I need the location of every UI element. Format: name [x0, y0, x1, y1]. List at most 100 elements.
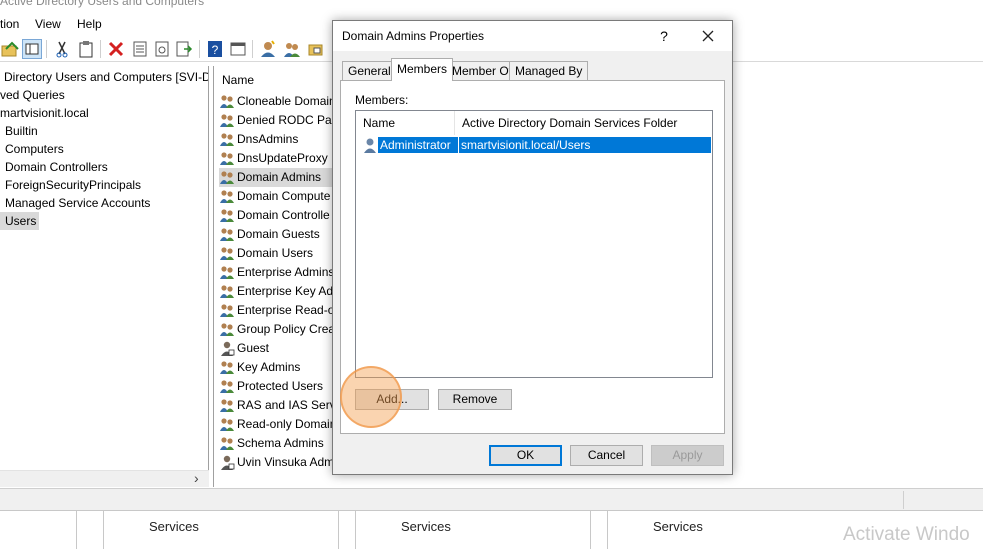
list-item[interactable]: Read-only Domain [219, 415, 334, 434]
status-bar [0, 488, 983, 510]
menu-action[interactable]: tion [0, 17, 19, 31]
list-item-label: Enterprise Key Adr [237, 284, 334, 298]
tree-horizontal-scrollbar[interactable]: › [0, 470, 209, 487]
export-icon[interactable] [174, 39, 194, 59]
group-icon [219, 207, 235, 223]
list-item[interactable]: Denied RODC Pass [219, 111, 334, 130]
tab-members[interactable]: Members [391, 58, 454, 81]
tree-domain-controllers[interactable]: Domain Controllers [5, 158, 108, 176]
list-item[interactable]: Key Admins [219, 358, 334, 377]
list-item[interactable]: Schema Admins [219, 434, 334, 453]
list-item[interactable]: Enterprise Admins [219, 263, 334, 282]
list-item[interactable]: Guest [219, 339, 334, 358]
list-item-label: Group Policy Crea [237, 322, 334, 336]
clipboard-icon[interactable] [76, 39, 96, 59]
view-icon[interactable] [228, 39, 248, 59]
cut-icon[interactable] [52, 39, 72, 59]
up-folder-icon[interactable] [0, 39, 20, 59]
list-item-label: Cloneable Domain [237, 94, 334, 108]
help-button[interactable]: ? [654, 26, 674, 46]
list-item-label: Enterprise Admins [237, 265, 334, 279]
taskbar: Services Services Services Activate Wind… [0, 510, 983, 549]
remove-button[interactable]: Remove [438, 389, 512, 410]
group-icon [219, 226, 235, 242]
dialog-title: Domain Admins Properties [342, 29, 485, 43]
show-hide-console-tree-icon[interactable] [22, 39, 42, 59]
column-header-folder[interactable]: Active Directory Domain Services Folder [455, 111, 711, 135]
list-item[interactable]: Cloneable Domain [219, 92, 334, 111]
group-icon [219, 245, 235, 261]
new-user-icon[interactable] [258, 39, 278, 59]
cancel-button[interactable]: Cancel [570, 445, 643, 466]
list-item[interactable]: Domain Guests [219, 225, 334, 244]
list-item[interactable]: Domain Users [219, 244, 334, 263]
group-icon [219, 359, 235, 375]
add-button[interactable]: Add... [355, 389, 429, 410]
tree-users[interactable]: Users [0, 212, 40, 230]
window-title-bar: Active Directory Users and Computers [0, 0, 983, 10]
find-icon[interactable] [152, 39, 172, 59]
list-item[interactable]: Enterprise Read-o [219, 301, 334, 320]
dialog-title-bar: Domain Admins Properties ? [333, 21, 732, 51]
members-tab-panel: Members: Name Active Directory Domain Se… [340, 80, 725, 434]
member-folder: smartvisionit.local/Users [459, 137, 711, 153]
list-item[interactable]: Administrator smartvisionit.local/Users [359, 137, 711, 153]
new-ou-icon[interactable] [306, 39, 326, 59]
svg-text:?: ? [212, 43, 219, 57]
column-header-name[interactable]: Name [356, 111, 455, 135]
tree-foreign-security-principals[interactable]: ForeignSecurityPrincipals [5, 176, 141, 194]
delete-icon[interactable] [106, 39, 126, 59]
list-item[interactable]: Protected Users [219, 377, 334, 396]
member-name: Administrator [378, 137, 458, 153]
column-header-name[interactable]: Name [214, 70, 334, 90]
list-item[interactable]: Group Policy Crea [219, 320, 334, 339]
group-icon [219, 150, 235, 166]
services-label-1[interactable]: Services [149, 519, 199, 534]
list-item-label: RAS and IAS Serve [237, 398, 334, 412]
members-list[interactable]: Name Active Directory Domain Services Fo… [355, 110, 713, 378]
list-item[interactable]: Domain Compute [219, 187, 334, 206]
user-icon [362, 137, 378, 153]
list-item[interactable]: Domain Admins [219, 168, 334, 187]
group-icon [219, 397, 235, 413]
tree-domain[interactable]: martvisionit.local [0, 104, 89, 122]
list-item-label: Domain Admins [237, 170, 322, 184]
tree-builtin[interactable]: Builtin [5, 122, 38, 140]
tree-root[interactable]: Directory Users and Computers [SVI-DC [4, 68, 208, 86]
group-icon [219, 93, 235, 109]
help-icon[interactable]: ? [205, 39, 225, 59]
activate-windows-watermark: Activate Windo [843, 524, 970, 545]
properties-icon[interactable] [130, 39, 150, 59]
tree-managed-service-accounts[interactable]: Managed Service Accounts [5, 194, 150, 212]
list-item[interactable]: RAS and IAS Serve [219, 396, 334, 415]
ok-button[interactable]: OK [489, 445, 562, 466]
tab-member-of[interactable]: Member Of [446, 61, 519, 80]
tab-general[interactable]: General [342, 61, 397, 80]
group-icon [219, 188, 235, 204]
list-item-label: Domain Compute [237, 189, 331, 203]
list-item[interactable]: DnsAdmins [219, 130, 334, 149]
scroll-right-arrow-icon[interactable]: › [194, 470, 199, 486]
menu-help[interactable]: Help [77, 17, 102, 31]
close-icon[interactable] [695, 26, 721, 46]
tab-managed-by[interactable]: Managed By [509, 61, 589, 80]
list-item-label: Uvin Vinsuka Adm [237, 455, 334, 469]
tree-saved-queries[interactable]: ved Queries [0, 86, 65, 104]
list-item-label: DnsAdmins [237, 132, 299, 146]
list-item[interactable]: Uvin Vinsuka Adm [219, 453, 334, 472]
group-icon [219, 169, 235, 185]
group-icon [219, 283, 235, 299]
tree-computers[interactable]: Computers [5, 140, 64, 158]
list-item-label: DnsUpdateProxy [237, 151, 328, 165]
list-item-label: Denied RODC Pass [237, 113, 334, 127]
new-group-icon[interactable] [282, 39, 302, 59]
services-label-3[interactable]: Services [653, 519, 703, 534]
list-item[interactable]: Domain Controlle [219, 206, 334, 225]
menu-view[interactable]: View [35, 17, 61, 31]
list-item[interactable]: DnsUpdateProxy [219, 149, 334, 168]
list-item[interactable]: Enterprise Key Adr [219, 282, 334, 301]
apply-button[interactable]: Apply [651, 445, 724, 466]
group-icon [219, 416, 235, 432]
services-label-2[interactable]: Services [401, 519, 451, 534]
list-item-label: Schema Admins [237, 436, 324, 450]
